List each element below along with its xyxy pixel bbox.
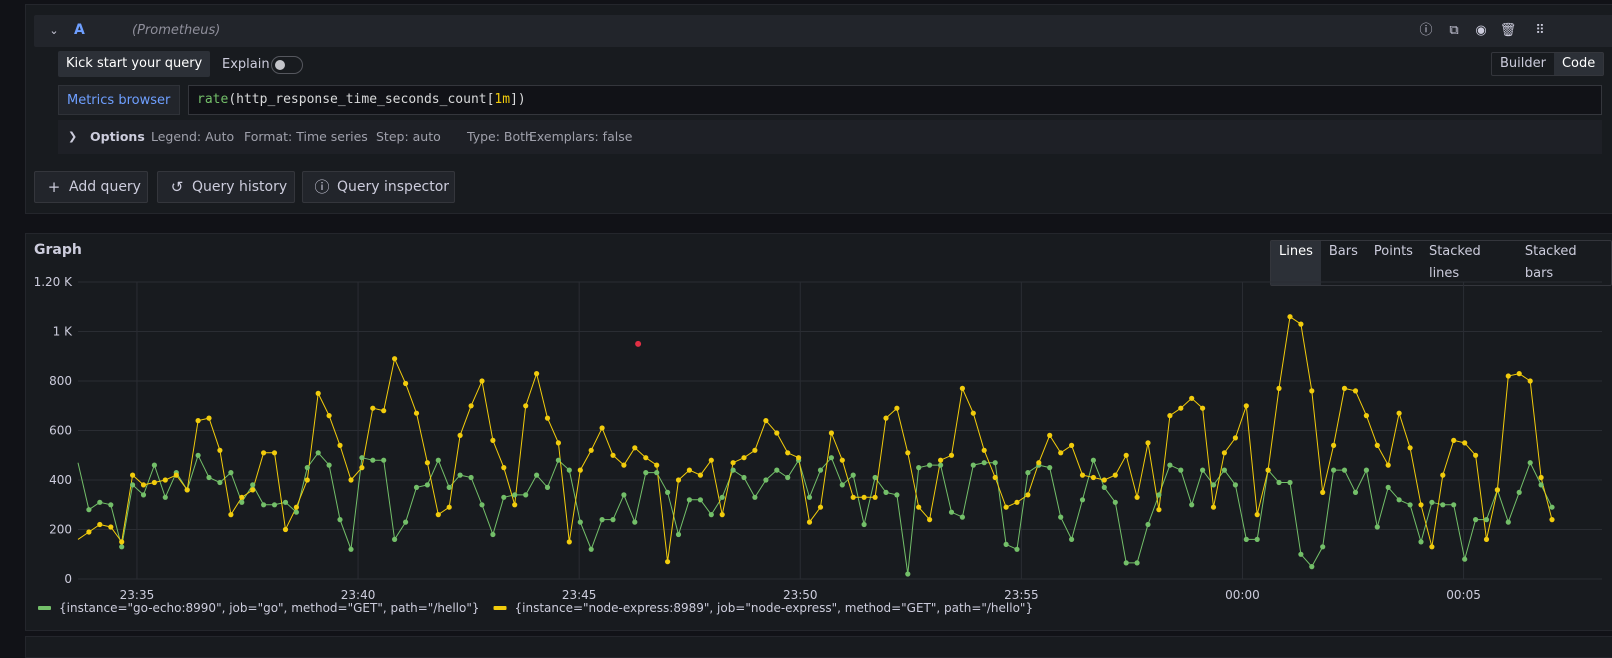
collapse-chevron-icon[interactable]: ⌄ <box>46 23 62 39</box>
query-history-button[interactable]: ↺ Query history <box>157 171 295 203</box>
query-row-header: ⌄ A (Prometheus) ⓘ ⧉ ◉ 🗑 ⠿ <box>34 15 1612 47</box>
builder-mode-button[interactable]: Builder <box>1492 53 1554 75</box>
next-panel-edge <box>25 636 1612 658</box>
mode-stacked-bars-button[interactable]: Stacked bars <box>1517 241 1611 285</box>
help-icon[interactable]: ⓘ <box>1417 22 1435 40</box>
exemplars-option: Exemplars: false <box>529 129 633 144</box>
kick-start-button[interactable]: Kick start your query <box>58 51 211 77</box>
legend-option: Legend: Auto <box>151 129 235 144</box>
metrics-browser-button[interactable]: Metrics browser › <box>58 85 180 138</box>
query-history-label: Query history <box>192 179 288 195</box>
eye-icon[interactable]: ◉ <box>1472 22 1490 40</box>
editor-mode-switch: Builder Code <box>1491 52 1605 76</box>
add-query-button[interactable]: + Add query <box>34 171 148 203</box>
query-options-row[interactable]: ❯ Options Legend: Auto Format: Time seri… <box>58 120 1602 154</box>
expr-range: 1m <box>494 92 511 107</box>
mode-points-button[interactable]: Points <box>1366 241 1421 285</box>
history-icon: ↺ <box>170 178 184 196</box>
query-inspector-label: Query inspector <box>337 179 450 195</box>
graph-mode-switch: Lines Bars Points Stacked lines Stacked … <box>1270 240 1612 286</box>
expr-close: ]) <box>510 92 526 107</box>
mode-bars-button[interactable]: Bars <box>1321 241 1366 285</box>
query-expression-input[interactable]: rate(http_response_time_seconds_count[1m… <box>188 85 1602 115</box>
options-chevron-icon[interactable]: ❯ <box>68 130 77 143</box>
explain-label: Explain <box>222 57 270 72</box>
mode-lines-button[interactable]: Lines <box>1271 241 1321 285</box>
info-icon: ⓘ <box>314 178 330 196</box>
type-option: Type: Both <box>467 129 533 144</box>
query-inspector-button[interactable]: ⓘ Query inspector <box>302 171 455 203</box>
step-option: Step: auto <box>376 129 441 144</box>
graph-title: Graph <box>34 242 82 258</box>
expr-function: rate <box>197 92 229 107</box>
query-letter[interactable]: A <box>74 22 85 38</box>
toggle-knob <box>275 60 285 70</box>
plus-icon: + <box>47 178 61 196</box>
metrics-browser-label: Metrics browser <box>67 93 171 108</box>
explain-toggle[interactable] <box>271 56 303 74</box>
expr-metric: (http_response_time_seconds_count[ <box>228 92 495 107</box>
mode-stacked-lines-button[interactable]: Stacked lines <box>1421 241 1517 285</box>
options-label[interactable]: Options <box>90 129 145 144</box>
drag-handle-icon[interactable]: ⠿ <box>1531 22 1549 40</box>
datasource-name: (Prometheus) <box>132 23 221 38</box>
code-mode-button[interactable]: Code <box>1553 53 1604 75</box>
graph-panel: Graph <box>25 233 1612 631</box>
add-query-label: Add query <box>69 179 141 195</box>
format-option: Format: Time series <box>244 129 368 144</box>
duplicate-icon[interactable]: ⧉ <box>1445 22 1463 40</box>
trash-icon[interactable]: 🗑 <box>1499 22 1517 40</box>
